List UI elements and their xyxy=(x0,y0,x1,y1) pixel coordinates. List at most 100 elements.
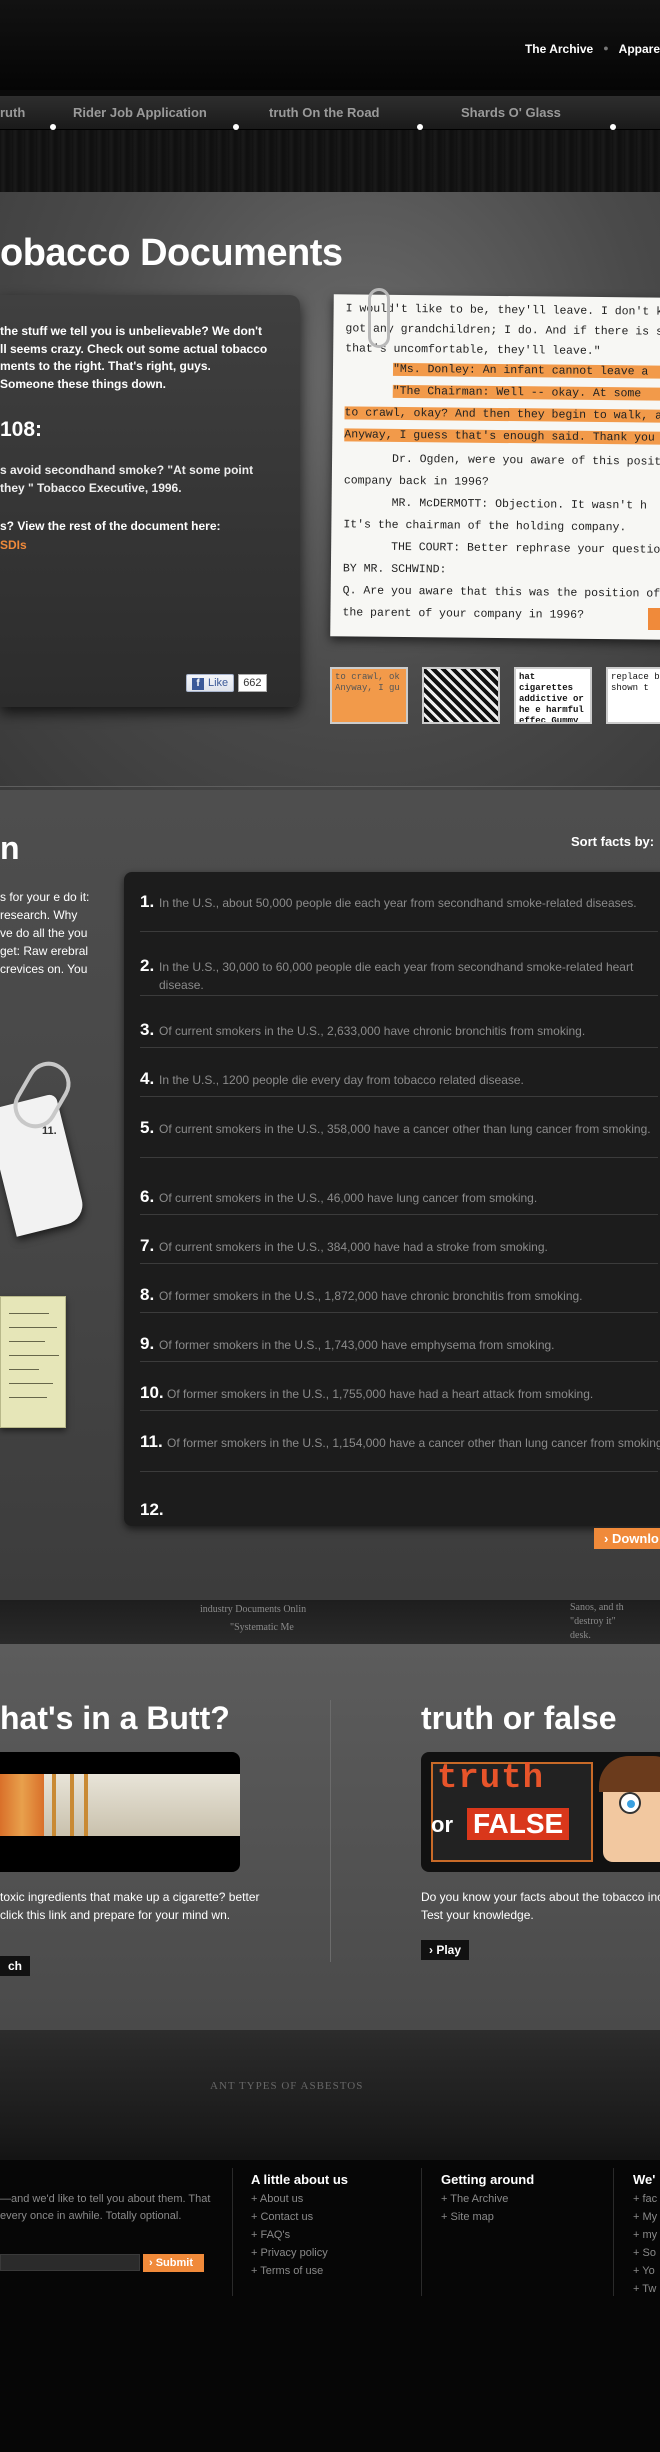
doc-line: Dr. Ogden, were you aware of this posit xyxy=(392,452,660,469)
main-nav: ruth Rider Job Application truth On the … xyxy=(0,96,660,130)
truth-or-false-image[interactable]: truth or FALSE xyxy=(421,1752,660,1872)
footer-heading-getting-around: Getting around xyxy=(441,2172,535,2187)
cigarette-band xyxy=(52,1774,56,1836)
butt-description: toxic ingredients that make up a cigaret… xyxy=(0,1890,260,1922)
fact-text: Of former smokers in the U.S., 1,872,000… xyxy=(159,1289,583,1303)
sort-facts-label[interactable]: Sort facts by: xyxy=(571,834,654,849)
footer-column-divider xyxy=(421,2168,422,2296)
facts-list[interactable]: 1. In the U.S., about 50,000 people die e… xyxy=(124,872,660,1526)
facts-intro: s for your e do it: research. Why ve do … xyxy=(0,890,90,976)
fact-text: Of current smokers in the U.S., 358,000 … xyxy=(159,1122,651,1136)
fact-item: 3. Of current smokers in the U.S., 2,633,… xyxy=(140,1020,658,1048)
top-links: The Archive ● Appare xyxy=(525,42,660,56)
truth-or-false-description: Do you know your facts about the tobacco… xyxy=(421,1890,660,1922)
fact-text: Of current smokers in the U.S., 2,633,00… xyxy=(159,1024,586,1038)
fact-number: 9. xyxy=(140,1334,155,1353)
document-thumb[interactable] xyxy=(422,667,500,724)
facebook-like: f Like 662 xyxy=(186,674,267,692)
nav-item-truth-on-the-road[interactable]: truth On the Road xyxy=(269,105,380,120)
fact-item: 12. xyxy=(140,1500,658,1526)
fact-item: 11. Of former smokers in the U.S., 1,154,… xyxy=(140,1432,660,1472)
doc-line: It's the chairman of the holding company… xyxy=(343,518,627,535)
doc-strip-text: "Systematic Me xyxy=(230,1622,294,1633)
doc-line: MR. McDERMOTT: Objection. It wasn't h xyxy=(391,496,648,513)
footer-link-contact-us[interactable]: + Contact us xyxy=(251,2208,328,2226)
footer-link-social[interactable]: + Tw xyxy=(633,2280,657,2298)
nav-item-shards-o-glass[interactable]: Shards O' Glass xyxy=(461,105,561,120)
nav-item-rider-job-application[interactable]: Rider Job Application xyxy=(73,105,207,120)
footer-link-privacy-policy[interactable]: + Privacy policy xyxy=(251,2244,328,2262)
truth-or-false-title: truth or false xyxy=(421,1700,617,1736)
documents-title: obacco Documents xyxy=(0,232,343,274)
fact-text: In the U.S., about 50,000 people die eac… xyxy=(159,896,637,910)
play-button[interactable]: › Play xyxy=(421,1940,470,1960)
footer-link-social[interactable]: + So xyxy=(633,2244,657,2262)
footer-about-links: + About us + Contact us + FAQ's + Privac… xyxy=(251,2190,328,2280)
doc-line-highlighted: "The Chairman: Well -- okay. At some xyxy=(392,384,660,401)
doc-strip-text: industry Documents Onlin xyxy=(200,1604,307,1615)
footer-link-social[interactable]: + Yo xyxy=(633,2262,657,2280)
footer-social-links: + fac + My + my + So + Yo + Tw xyxy=(633,2190,657,2298)
next-document-button[interactable] xyxy=(648,608,660,630)
document-link[interactable]: SDIs xyxy=(0,538,27,552)
view-rest-label: s? View the rest of the document here: xyxy=(0,519,221,533)
header-banner xyxy=(0,130,660,192)
footer-link-the-archive[interactable]: + The Archive xyxy=(441,2190,508,2208)
newsletter-intro: —and we'd like to tell you about them. T… xyxy=(0,2193,211,2222)
fact-number: 3. xyxy=(140,1020,155,1039)
footer-link-faqs[interactable]: + FAQ's xyxy=(251,2226,328,2244)
fact-item: 6. Of current smokers in the U.S., 46,000… xyxy=(140,1187,658,1215)
email-input[interactable] xyxy=(0,2254,140,2271)
fact-number: 2. xyxy=(140,956,155,975)
fact-item: 9. Of former smokers in the U.S., 1,743,0… xyxy=(140,1334,658,1362)
document-thumb[interactable]: replace be shown t xyxy=(606,667,660,724)
doc-line: BY MR. SCHWIND: xyxy=(342,562,447,577)
footer-document-image: ANT TYPES OF ASBESTOS xyxy=(0,2030,660,2176)
top-link-apparel[interactable]: Appare xyxy=(619,42,660,56)
fact-item: 4. In the U.S., 1200 people die every day… xyxy=(140,1069,658,1097)
footer-heading-about: A little about us xyxy=(251,2172,349,2187)
documents-intro: the stuff we tell you is unbelievable? W… xyxy=(0,324,268,391)
fact-number: 12. xyxy=(140,1500,164,1519)
document-thumb[interactable]: hat cigarettes addictive or he e harmful… xyxy=(514,667,592,724)
fact-text: Of former smokers in the U.S., 1,154,000… xyxy=(167,1436,660,1450)
nav-item-truth[interactable]: ruth xyxy=(0,105,25,120)
footer-link-about-us[interactable]: + About us xyxy=(251,2190,328,2208)
footer-column-divider xyxy=(232,2168,233,2296)
or-word: or xyxy=(431,1812,453,1837)
footer-link-social[interactable]: + My xyxy=(633,2208,657,2226)
cartoon-hair xyxy=(599,1756,660,1792)
like-label: Like xyxy=(208,677,229,689)
section-divider xyxy=(0,786,660,787)
doc-line-highlighted: to crawl, okay? And then they begin to w… xyxy=(344,406,660,423)
false-word: FALSE xyxy=(467,1808,570,1840)
top-link-archive[interactable]: The Archive xyxy=(525,42,593,56)
butt-launch-button[interactable]: ch xyxy=(0,1956,31,1976)
footer-link-site-map[interactable]: + Site map xyxy=(441,2208,508,2226)
submit-button[interactable]: › Submit xyxy=(143,2254,204,2272)
download-button[interactable]: › Downlo xyxy=(594,1528,660,1549)
fact-number: 4. xyxy=(140,1069,155,1088)
top-bar: The Archive ● Appare xyxy=(0,0,660,90)
doc-line: THE COURT: Better rephrase your questio xyxy=(391,540,660,557)
footer-link-social[interactable]: + fac xyxy=(633,2190,657,2208)
footer-link-terms-of-use[interactable]: + Terms of use xyxy=(251,2262,328,2280)
fact-text: In the U.S., 1200 people die every day f… xyxy=(159,1073,524,1087)
fact-item: 7. Of current smokers in the U.S., 384,00… xyxy=(140,1236,658,1264)
fact-text: Of current smokers in the U.S., 46,000 h… xyxy=(159,1191,538,1205)
footer-around-links: + The Archive + Site map xyxy=(441,2190,508,2226)
fact-number: 11. xyxy=(140,1432,163,1451)
butt-title: hat's in a Butt? xyxy=(0,1700,230,1736)
separator-dot: ● xyxy=(603,43,609,53)
paperclip-icon xyxy=(368,288,390,348)
notepad-image xyxy=(0,1296,66,1428)
fact-number: 6. xyxy=(140,1187,155,1206)
fact-text: Of former smokers in the U.S., 1,755,000… xyxy=(167,1387,594,1401)
fact-item: 8. Of former smokers in the U.S., 1,872,0… xyxy=(140,1285,658,1313)
document-thumb[interactable]: to crawl, ok Anyway, I gu xyxy=(330,667,408,724)
cigarette-image[interactable] xyxy=(0,1752,240,1872)
facebook-like-button[interactable]: f Like xyxy=(186,674,235,692)
footer-doc-text: ANT TYPES OF ASBESTOS xyxy=(210,2080,364,2092)
cartoon-eye xyxy=(619,1792,641,1814)
footer-link-social[interactable]: + my xyxy=(633,2226,657,2244)
